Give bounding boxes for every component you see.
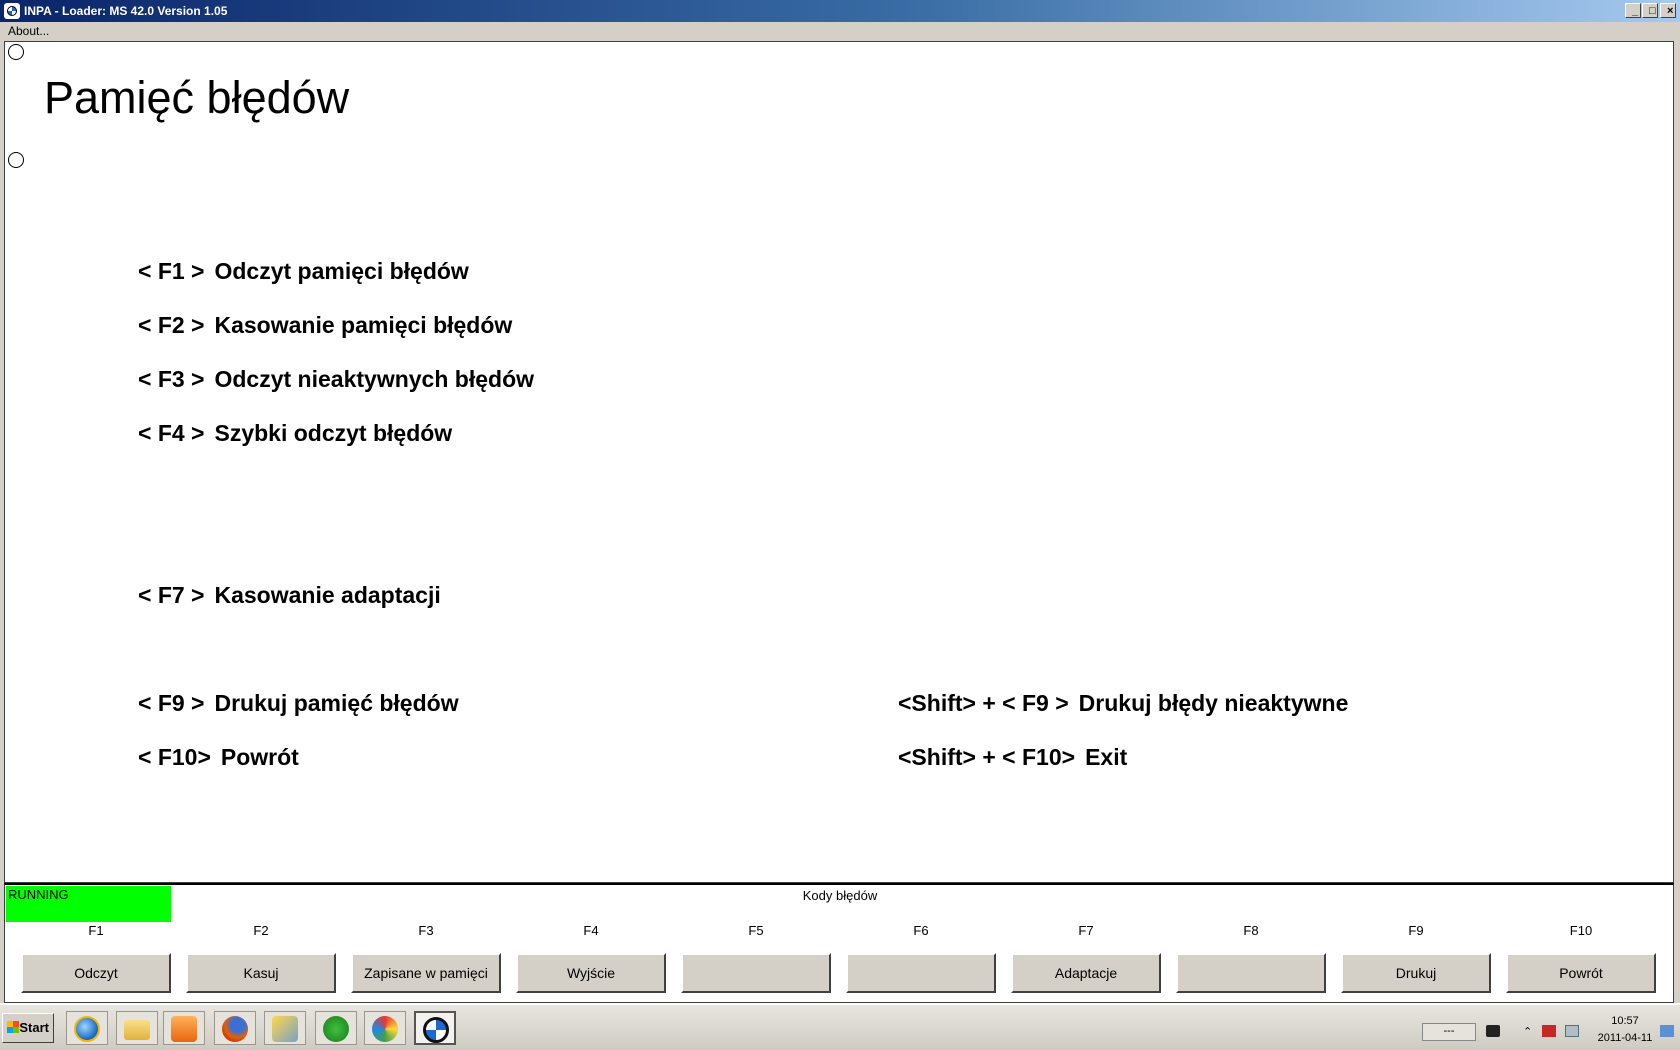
ediabas-icon[interactable] bbox=[315, 1011, 357, 1045]
fkey-label-f1: F1 bbox=[88, 923, 104, 938]
menu-option-f10: < F10> Powrót bbox=[138, 744, 299, 771]
fkey-label-f2: F2 bbox=[253, 923, 269, 938]
menu-option-key: < F2 > bbox=[138, 312, 205, 338]
f7-adaptacje-button[interactable]: Adaptacje bbox=[1011, 953, 1161, 993]
menu-option-key: <Shift> + < F9 > bbox=[898, 690, 1069, 716]
page-title: Pamięć błędów bbox=[44, 72, 350, 123]
network-icon[interactable] bbox=[1565, 1025, 1579, 1037]
f2-kasuj-button[interactable]: Kasuj bbox=[186, 953, 336, 993]
internet-explorer-icon[interactable] bbox=[66, 1011, 108, 1045]
f5-button[interactable] bbox=[681, 953, 831, 993]
show-desktop-icon[interactable] bbox=[1660, 1025, 1674, 1037]
menu-option-key: < F7 > bbox=[138, 582, 205, 608]
menu-option-f7: < F7 > Kasowanie adaptacji bbox=[138, 582, 441, 609]
radio-indicator-middle bbox=[8, 152, 24, 168]
menu-option-label: Drukuj błędy nieaktywne bbox=[1078, 690, 1349, 716]
menu-option-label: Drukuj pamięć błędów bbox=[214, 690, 459, 716]
menu-option-f1: < F1 > Odczyt pamięci błędów bbox=[138, 258, 469, 285]
fkey-label-f3: F3 bbox=[418, 923, 434, 938]
paint-icon[interactable] bbox=[364, 1011, 406, 1045]
menu-option-key: < F1 > bbox=[138, 258, 205, 284]
menu-about[interactable]: About... bbox=[8, 24, 49, 38]
chevron-up-icon[interactable]: ⌃ bbox=[1523, 1025, 1532, 1038]
window-titlebar[interactable]: INPA - Loader: MS 42.0 Version 1.05 _ □ … bbox=[0, 0, 1680, 22]
fkey-label-f10: F10 bbox=[1569, 923, 1593, 938]
menu-option-key: < F10> bbox=[138, 744, 211, 770]
media-player-icon[interactable] bbox=[163, 1011, 205, 1045]
menu-option-label: Exit bbox=[1085, 744, 1128, 770]
f9-drukuj-button[interactable]: Drukuj bbox=[1341, 953, 1491, 993]
f4-wyjscie-button[interactable]: Wyjście bbox=[516, 953, 666, 993]
menu-option-label: Odczyt pamięci błędów bbox=[214, 258, 469, 284]
tray-language-input[interactable]: --- bbox=[1422, 1023, 1476, 1041]
menubar: About... bbox=[0, 22, 1680, 41]
menu-option-f2: < F2 > Kasowanie pamięci błędów bbox=[138, 312, 512, 339]
menu-option-shift-f9: <Shift> + < F9 > Drukuj błędy nieaktywne bbox=[898, 690, 1348, 717]
f8-button[interactable] bbox=[1176, 953, 1326, 993]
fkey-label-f8: F8 bbox=[1243, 923, 1259, 938]
menu-option-f3: < F3 > Odczyt nieaktywnych błędów bbox=[138, 366, 534, 393]
security-alert-icon[interactable] bbox=[1542, 1025, 1556, 1037]
function-key-panel: RUNNING Kody błędów F1 F2 F3 F4 F5 F6 F7… bbox=[4, 883, 1674, 1003]
fkey-label-f7: F7 bbox=[1078, 923, 1094, 938]
fkey-label-f4: F4 bbox=[583, 923, 599, 938]
windows-logo-icon bbox=[7, 1021, 19, 1033]
maximize-button[interactable]: □ bbox=[1642, 3, 1658, 18]
fkey-label-f5: F5 bbox=[748, 923, 764, 938]
f6-button[interactable] bbox=[846, 953, 996, 993]
taskbar: Start --- ⌃ 10:57 2011-04-11 bbox=[0, 1003, 1680, 1050]
radio-indicator-top bbox=[8, 44, 24, 60]
menu-option-key: < F3 > bbox=[138, 366, 205, 392]
menu-option-key: < F4 > bbox=[138, 420, 205, 446]
firefox-icon[interactable] bbox=[214, 1011, 256, 1045]
f1-odczyt-button[interactable]: Odczyt bbox=[21, 953, 171, 993]
menu-option-f4: < F4 > Szybki odczyt błędów bbox=[138, 420, 452, 447]
fkey-label-f6: F6 bbox=[913, 923, 929, 938]
bmw-app-icon bbox=[4, 3, 20, 19]
bmw-icon[interactable] bbox=[414, 1011, 456, 1045]
menu-option-label: Odczyt nieaktywnych błędów bbox=[214, 366, 535, 392]
panel-caption: Kody błędów bbox=[802, 888, 878, 903]
power-plug-icon[interactable] bbox=[1486, 1025, 1500, 1037]
menu-option-f9: < F9 > Drukuj pamięć błędów bbox=[138, 690, 459, 717]
menu-option-key: < F9 > bbox=[138, 690, 205, 716]
fkey-label-f9: F9 bbox=[1408, 923, 1424, 938]
menu-option-label: Szybki odczyt błędów bbox=[214, 420, 453, 446]
start-button[interactable]: Start bbox=[2, 1013, 54, 1043]
main-content: Pamięć błędów < F1 > Odczyt pamięci błędó… bbox=[4, 41, 1674, 883]
folder-icon[interactable] bbox=[116, 1011, 158, 1045]
start-label: Start bbox=[19, 1020, 49, 1035]
clock-date[interactable]: 2011-04-11 bbox=[1592, 1032, 1658, 1044]
f3-zapisane-button[interactable]: Zapisane w pamięci bbox=[351, 953, 501, 993]
window-title: INPA - Loader: MS 42.0 Version 1.05 bbox=[24, 4, 228, 18]
menu-option-label: Powrót bbox=[220, 744, 299, 770]
minimize-button[interactable]: _ bbox=[1625, 3, 1641, 18]
clock-time[interactable]: 10:57 bbox=[1600, 1015, 1650, 1027]
menu-option-shift-f10: <Shift> + < F10> Exit bbox=[898, 744, 1127, 771]
hxd-icon[interactable] bbox=[264, 1011, 306, 1045]
close-button[interactable]: × bbox=[1660, 3, 1676, 18]
menu-option-key: <Shift> + < F10> bbox=[898, 744, 1076, 770]
menu-option-label: Kasowanie adaptacji bbox=[214, 582, 441, 608]
f10-powrot-button[interactable]: Powrót bbox=[1506, 953, 1656, 993]
menu-option-label: Kasowanie pamięci błędów bbox=[214, 312, 513, 338]
